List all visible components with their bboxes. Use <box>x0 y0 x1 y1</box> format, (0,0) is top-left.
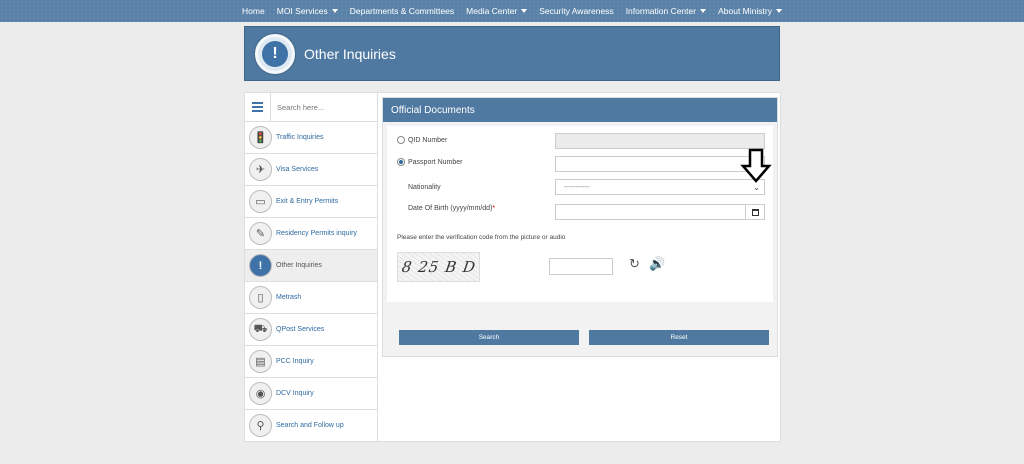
sidebar-item-metrash[interactable]: ▯ Metrash <box>245 282 377 314</box>
nav-item-label: Media Center <box>466 6 518 16</box>
nationality-select[interactable]: ----------- ⌄ <box>555 179 765 195</box>
dob-label-row: Date Of Birth (yyyy/mm/dd) * <box>408 205 495 212</box>
passport-label: Passport Number <box>408 158 463 166</box>
top-navigation: Home MOI Services Departments & Committees… <box>0 0 1024 22</box>
passport-radio[interactable] <box>397 158 405 166</box>
sidebar-item-label: Exit & Entry Permits <box>276 198 339 205</box>
reset-button[interactable]: Reset <box>589 330 769 345</box>
nav-item-label: Home <box>242 6 265 16</box>
sidebar-search-input[interactable] <box>271 102 371 112</box>
nav-item-information-center[interactable]: Information Center <box>620 6 712 16</box>
sidebar: 🚦 Traffic Inquiries ✈ Visa Services ▭ Exit & … <box>245 92 378 442</box>
sidebar-item-residency-permits-inquiry[interactable]: ✎ Residency Permits inquiry <box>245 218 377 250</box>
sidebar-item-label: QPost Services <box>276 326 325 333</box>
sidebar-item-label: Search and Follow up <box>276 422 344 429</box>
page-title: Other Inquiries <box>304 45 396 62</box>
captcha-image: 8 25 B D <box>397 252 480 282</box>
sidebar-item-traffic-inquiries[interactable]: 🚦 Traffic Inquiries <box>245 122 377 154</box>
sidebar-item-qpost-services[interactable]: ⛟ QPost Services <box>245 314 377 346</box>
nav-item-label: MOI Services <box>276 6 328 16</box>
nav-item-label: Security Awareness <box>539 6 614 16</box>
sidebar-item-label: Residency Permits inquiry <box>276 230 357 237</box>
content-area: 🚦 Traffic Inquiries ✈ Visa Services ▭ Exit & … <box>244 92 781 442</box>
official-documents-panel: Official Documents QID Number Passport N… <box>382 97 778 357</box>
nav-item-security-awareness[interactable]: Security Awareness <box>533 6 620 16</box>
qid-label: QID Number <box>408 136 448 144</box>
passport-icon: ▭ <box>249 190 272 213</box>
nav-item-departments-committees[interactable]: Departments & Committees <box>344 6 460 16</box>
refresh-captcha-icon[interactable]: ↻ <box>629 257 640 270</box>
calendar-icon[interactable] <box>745 205 764 219</box>
caret-down-icon <box>700 9 707 13</box>
certificate-icon: ▤ <box>249 350 272 373</box>
qid-radio[interactable] <box>397 136 405 144</box>
nav-item-label: Departments & Committees <box>349 6 455 16</box>
sidebar-item-dcv-inquiry[interactable]: ◉ DCV Inquiry <box>245 378 377 410</box>
sidebar-item-pcc-inquiry[interactable]: ▤ PCC Inquiry <box>245 346 377 378</box>
qid-field <box>555 133 765 149</box>
search-person-icon: ⚲ <box>249 414 272 437</box>
sidebar-item-label: Other Inquiries <box>276 262 322 269</box>
dob-field[interactable] <box>555 204 765 220</box>
captcha-input[interactable] <box>549 258 613 275</box>
truck-icon: ⛟ <box>249 318 272 341</box>
qid-option[interactable]: QID Number <box>397 136 447 144</box>
sidebar-item-visa-services[interactable]: ✈ Visa Services <box>245 154 377 186</box>
exclamation-icon: ! <box>255 33 295 74</box>
sidebar-item-other-inquiries[interactable]: ! Other Inquiries <box>245 250 377 282</box>
phone-icon: ▯ <box>249 286 272 309</box>
nav-item-label: About Ministry <box>718 6 772 16</box>
id-card-icon: ✎ <box>249 222 272 245</box>
caret-down-icon <box>331 9 338 13</box>
required-marker: * <box>492 205 496 212</box>
page-banner: ! Other Inquiries <box>244 26 780 81</box>
exclamation-icon: ! <box>249 254 272 277</box>
nav-item-about-ministry[interactable]: About Ministry <box>712 6 788 16</box>
sidebar-list: 🚦 Traffic Inquiries ✈ Visa Services ▭ Exit & … <box>245 122 377 442</box>
audio-captcha-icon[interactable]: 🔊 <box>649 257 665 270</box>
panel-title: Official Documents <box>383 98 777 122</box>
sidebar-item-label: Traffic Inquiries <box>276 134 324 141</box>
sidebar-item-label: Visa Services <box>276 166 319 173</box>
hamburger-menu-icon[interactable] <box>245 92 271 122</box>
nav-item-moi-services[interactable]: MOI Services <box>271 6 344 16</box>
nav-item-media-center[interactable]: Media Center <box>460 6 533 16</box>
sidebar-item-exit-entry-permits[interactable]: ▭ Exit & Entry Permits <box>245 186 377 218</box>
sidebar-item-search-and-follow-up[interactable]: ⚲ Search and Follow up <box>245 410 377 442</box>
fingerprint-icon: ◉ <box>249 382 272 405</box>
nav-item-home[interactable]: Home <box>236 6 271 16</box>
passport-number-field[interactable] <box>555 156 765 172</box>
nationality-label: Nationality <box>408 184 441 191</box>
form-body: QID Number Passport Number Nationality -… <box>387 126 773 302</box>
sidebar-item-label: PCC Inquiry <box>276 358 314 365</box>
annotation-arrow-icon <box>740 148 772 183</box>
visa-icon: ✈ <box>249 158 272 181</box>
caret-down-icon <box>775 9 782 13</box>
sidebar-search <box>245 92 377 122</box>
caret-down-icon <box>521 9 528 13</box>
verification-note: Please enter the verification code from … <box>397 234 566 241</box>
passport-option[interactable]: Passport Number <box>397 158 462 166</box>
traffic-light-icon: 🚦 <box>249 126 272 149</box>
captcha-text: 8 25 B D <box>400 258 477 276</box>
sidebar-item-label: Metrash <box>276 294 302 301</box>
sidebar-item-label: DCV Inquiry <box>276 390 314 397</box>
search-button[interactable]: Search <box>399 330 579 345</box>
dob-label: Date Of Birth (yyyy/mm/dd) <box>408 205 493 212</box>
nav-item-label: Information Center <box>625 6 697 16</box>
nationality-value: ----------- <box>564 183 590 191</box>
chevron-down-icon: ⌄ <box>753 183 760 192</box>
